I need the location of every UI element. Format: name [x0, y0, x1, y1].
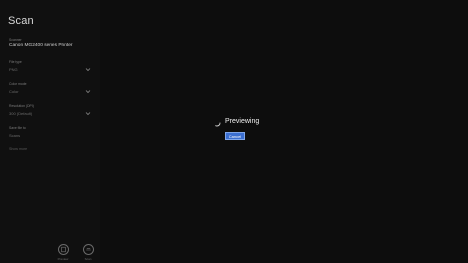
file-type-label: File type [9, 60, 22, 64]
chevron-down-icon [85, 112, 91, 116]
scan-icon [82, 244, 94, 255]
color-mode-label: Color mode [9, 82, 27, 86]
app-title: Scan [8, 15, 34, 27]
resolution-value: 300 (Default) [9, 111, 33, 116]
scanner-label: Scanner [9, 38, 22, 42]
scan-label: Scan [84, 257, 92, 261]
cancel-button[interactable]: Cancel [225, 132, 245, 140]
resolution-field: Resolution (DPI) 300 (Default) [9, 104, 93, 117]
save-file-to-value: Scans [9, 133, 21, 138]
color-mode-select[interactable]: Color [9, 88, 93, 95]
chevron-down-icon [85, 68, 91, 72]
save-file-to-label: Save file to [9, 126, 26, 130]
scanner-field[interactable]: Scanner Canon MG2400 series Printer [9, 38, 93, 49]
preview-label: Preview [57, 257, 69, 261]
scan-button[interactable]: Scan [81, 244, 95, 261]
show-more-link[interactable]: Show more [9, 147, 27, 151]
color-mode-value: Color [9, 89, 19, 94]
chevron-down-icon [85, 90, 91, 94]
loading-spinner-icon [213, 119, 221, 127]
file-type-select[interactable]: PNG [9, 66, 93, 73]
color-mode-field: Color mode Color [9, 82, 93, 95]
save-file-to-field: Save file to Scans [9, 126, 93, 139]
previewing-status: Previewing [225, 118, 260, 125]
scanner-value[interactable]: Canon MG2400 series Printer [9, 43, 93, 49]
settings-panel: Scan Scanner Canon MG2400 series Printer… [0, 0, 100, 263]
resolution-label: Resolution (DPI) [9, 104, 34, 108]
file-type-field: File type PNG [9, 60, 93, 73]
save-file-to-select[interactable]: Scans [9, 132, 93, 139]
resolution-select[interactable]: 300 (Default) [9, 110, 93, 117]
preview-icon [57, 244, 69, 255]
file-type-value: PNG [9, 67, 18, 72]
preview-button[interactable]: Preview [56, 244, 70, 261]
